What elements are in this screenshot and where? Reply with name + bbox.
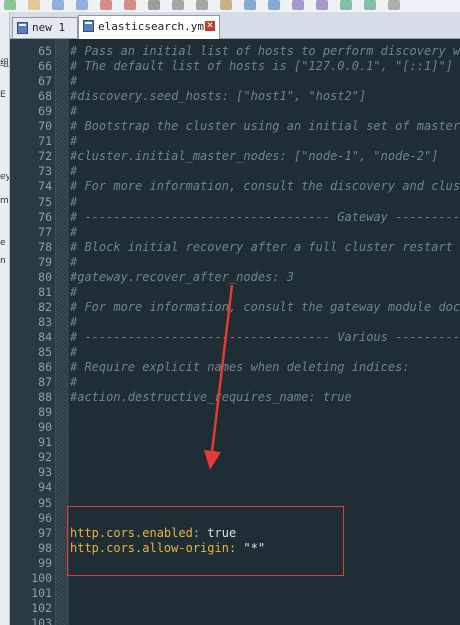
annotation-arrow xyxy=(204,284,234,470)
